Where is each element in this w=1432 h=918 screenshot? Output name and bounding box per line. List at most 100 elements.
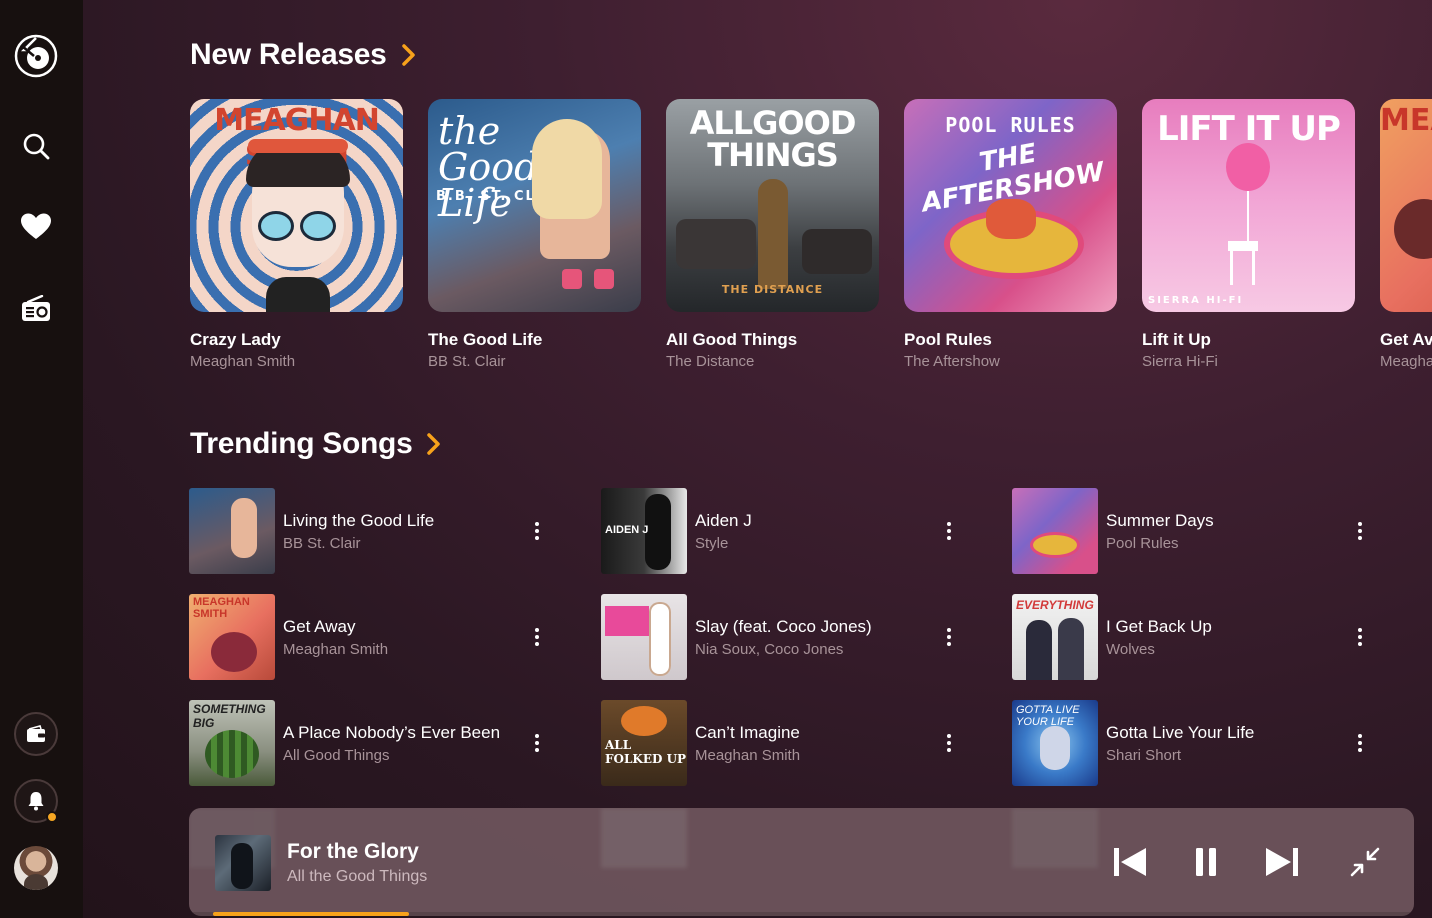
- playback-progress-track[interactable]: [189, 912, 1414, 916]
- song-thumbnail: GOTTA LIVE YOUR LIFE: [1012, 700, 1098, 786]
- song-row[interactable]: EVERYTHING I Get Back Up Wolves: [1012, 594, 1382, 680]
- album-cover: MEA: [1380, 99, 1432, 312]
- more-options-icon[interactable]: [1348, 617, 1372, 657]
- playback-progress-fill: [213, 912, 409, 916]
- song-title: I Get Back Up: [1106, 616, 1212, 636]
- pause-icon: [1196, 848, 1216, 876]
- skip-previous-icon: [1114, 848, 1146, 876]
- bell-icon[interactable]: [14, 779, 58, 823]
- album-card[interactable]: MEAGHAN SMITH Crazy Lady Meaghan Smith: [190, 99, 403, 370]
- song-row[interactable]: AIDEN J Aiden J Style: [601, 488, 971, 574]
- now-playing-bar[interactable]: For the Glory All the Good Things: [189, 808, 1414, 916]
- album-title: Get Av: [1380, 330, 1432, 349]
- trending-songs-header[interactable]: Trending Songs: [190, 427, 442, 461]
- song-thumbnail: AIDEN J: [601, 488, 687, 574]
- album-title: Crazy Lady: [190, 330, 281, 349]
- album-artist: The Aftershow: [904, 353, 1000, 370]
- song-row[interactable]: MEAGHAN SMITH Get Away Meaghan Smith: [189, 594, 559, 680]
- chevron-right-icon: [401, 44, 415, 66]
- more-options-icon[interactable]: [1348, 723, 1372, 763]
- pause-button[interactable]: [1186, 842, 1226, 882]
- album-cover: the Good Life B.B. ST. CLAIR: [428, 99, 641, 312]
- song-row[interactable]: SOMETHING BIG A Place Nobody’s Ever Been…: [189, 700, 559, 786]
- new-releases-header[interactable]: New Releases: [190, 38, 417, 72]
- more-options-icon[interactable]: [525, 511, 549, 551]
- section-title: New Releases: [190, 38, 387, 71]
- album-card[interactable]: POOL RULES THE AFTERSHOW Pool Rules The …: [904, 99, 1117, 370]
- album-title: The Good Life: [428, 330, 543, 349]
- ghost-row-thumb: [601, 808, 687, 868]
- song-artist: Nia Soux, Coco Jones: [695, 640, 844, 658]
- album-card[interactable]: MEA Get Av Meagha: [1380, 99, 1432, 370]
- song-title: Aiden J: [695, 510, 752, 530]
- song-artist: Style: [695, 534, 729, 552]
- album-title: Lift it Up: [1142, 330, 1211, 349]
- song-artist: All Good Things: [283, 746, 390, 764]
- album-cover: MEAGHAN SMITH: [190, 99, 403, 312]
- more-options-icon[interactable]: [937, 723, 961, 763]
- album-artist: Meagha: [1380, 353, 1432, 370]
- more-options-icon[interactable]: [937, 617, 961, 657]
- next-button[interactable]: [1262, 842, 1302, 882]
- minimize-player-button[interactable]: [1345, 842, 1385, 882]
- song-artist: Shari Short: [1106, 746, 1182, 764]
- section-title: Trending Songs: [190, 427, 413, 460]
- album-card[interactable]: ALLGOOD THINGS THE DISTANCE All Good Thi…: [666, 99, 879, 370]
- song-title: Slay (feat. Coco Jones): [695, 616, 872, 636]
- now-playing-artwork[interactable]: [215, 835, 271, 891]
- album-artist: Meaghan Smith: [190, 353, 296, 370]
- now-playing-title: For the Glory: [287, 840, 419, 863]
- album-cover: POOL RULES THE AFTERSHOW: [904, 99, 1117, 312]
- song-thumbnail: [1012, 488, 1098, 574]
- chevron-right-icon: [427, 433, 441, 455]
- song-thumbnail: ALL FOLKED UP: [601, 700, 687, 786]
- song-title: A Place Nobody’s Ever Been: [283, 722, 501, 742]
- album-artist: The Distance: [666, 353, 755, 370]
- song-row[interactable]: ALL FOLKED UP Can’t Imagine Meaghan Smith: [601, 700, 971, 786]
- song-thumbnail: [189, 488, 275, 574]
- song-thumbnail: EVERYTHING: [1012, 594, 1098, 680]
- song-artist: Meaghan Smith: [283, 640, 389, 658]
- previous-button[interactable]: [1110, 842, 1150, 882]
- song-row[interactable]: Living the Good Life BB St. Clair: [189, 488, 559, 574]
- notification-badge: [46, 811, 58, 823]
- album-card[interactable]: the Good Life B.B. ST. CLAIR The Good Li…: [428, 99, 641, 370]
- avatar[interactable]: [14, 846, 58, 890]
- song-row[interactable]: Slay (feat. Coco Jones) Nia Soux, Coco Jo…: [601, 594, 971, 680]
- skip-next-icon: [1266, 848, 1298, 876]
- sidebar: [0, 0, 83, 918]
- song-thumbnail: SOMETHING BIG: [189, 700, 275, 786]
- more-options-icon[interactable]: [937, 511, 961, 551]
- ghost-row-thumb: [1012, 808, 1098, 868]
- album-card[interactable]: LIFT IT UP SIERRA HI-FI Lift it Up Sierr…: [1142, 99, 1355, 370]
- song-thumbnail: [601, 594, 687, 680]
- song-artist: Meaghan Smith: [695, 746, 801, 764]
- song-title: Summer Days: [1106, 510, 1214, 530]
- radio-icon[interactable]: [14, 287, 58, 331]
- album-cover: ALLGOOD THINGS THE DISTANCE: [666, 99, 879, 312]
- song-title: Get Away: [283, 616, 356, 636]
- search-icon[interactable]: [14, 124, 58, 168]
- song-title: Gotta Live Your Life: [1106, 722, 1255, 742]
- song-row[interactable]: Summer Days Pool Rules: [1012, 488, 1382, 574]
- song-artist: Wolves: [1106, 640, 1155, 658]
- album-title: Pool Rules: [904, 330, 992, 349]
- song-title: Living the Good Life: [283, 510, 435, 530]
- more-options-icon[interactable]: [525, 723, 549, 763]
- album-cover: LIFT IT UP SIERRA HI-FI: [1142, 99, 1355, 312]
- song-title: Can’t Imagine: [695, 722, 800, 742]
- now-playing-artist: All the Good Things: [287, 868, 428, 885]
- song-artist: Pool Rules: [1106, 534, 1179, 552]
- album-artist: Sierra Hi-Fi: [1142, 353, 1218, 370]
- wallet-icon[interactable]: [14, 712, 58, 756]
- vinyl-logo-icon[interactable]: [14, 34, 58, 78]
- collapse-arrows-icon: [1350, 847, 1380, 877]
- song-artist: BB St. Clair: [283, 534, 361, 552]
- album-title: All Good Things: [666, 330, 798, 349]
- song-thumbnail: MEAGHAN SMITH: [189, 594, 275, 680]
- album-artist: BB St. Clair: [428, 353, 506, 370]
- heart-icon[interactable]: [14, 204, 58, 248]
- song-row[interactable]: GOTTA LIVE YOUR LIFE Gotta Live Your Lif…: [1012, 700, 1382, 786]
- more-options-icon[interactable]: [525, 617, 549, 657]
- more-options-icon[interactable]: [1348, 511, 1372, 551]
